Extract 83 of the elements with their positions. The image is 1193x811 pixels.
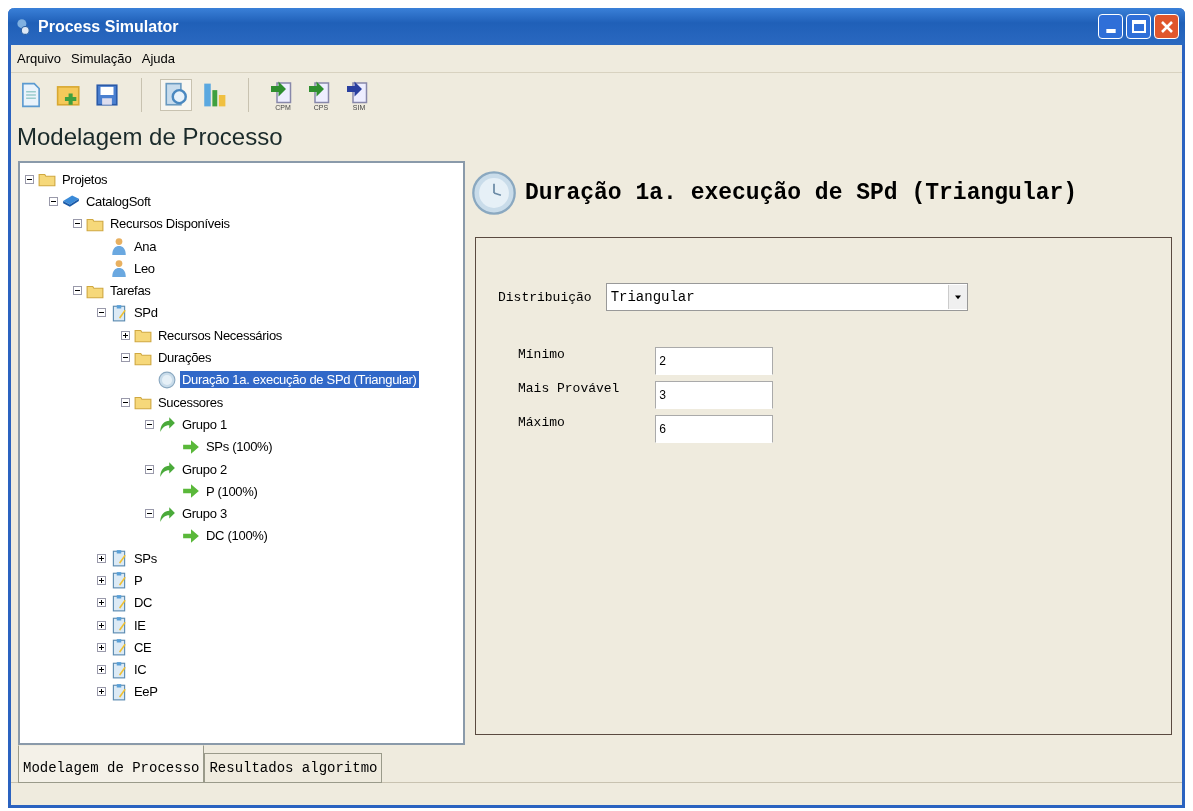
input-field[interactable]: 3 bbox=[655, 381, 773, 409]
clock-icon bbox=[158, 370, 176, 389]
minimize-button[interactable] bbox=[1098, 14, 1123, 39]
collapse-icon[interactable] bbox=[145, 464, 154, 474]
clipboard-icon bbox=[110, 660, 128, 679]
collapse-icon[interactable] bbox=[49, 196, 58, 206]
tree-item[interactable]: DC (100%) bbox=[204, 527, 270, 545]
tree-item[interactable]: P bbox=[132, 572, 145, 589]
menu-item[interactable]: Ajuda bbox=[140, 51, 177, 66]
expand-icon[interactable] bbox=[97, 642, 106, 652]
tree-item[interactable]: Leo bbox=[132, 259, 157, 277]
collapse-icon[interactable] bbox=[73, 219, 82, 229]
expand-icon[interactable] bbox=[121, 330, 130, 340]
tree-item[interactable]: Projetos bbox=[60, 170, 110, 188]
tree-item[interactable]: Durações bbox=[156, 349, 214, 366]
field-label: Mínimo bbox=[518, 347, 566, 362]
tab[interactable]: Resultados algoritmo bbox=[204, 753, 383, 783]
collapse-icon[interactable] bbox=[145, 509, 154, 519]
menu-item[interactable]: Arquivo bbox=[16, 51, 63, 66]
expand-icon[interactable] bbox=[97, 553, 106, 563]
document-magnifier-icon bbox=[163, 82, 189, 108]
person-icon bbox=[110, 259, 128, 278]
close-icon bbox=[1160, 20, 1173, 33]
tree-item[interactable]: SPs (100%) bbox=[204, 438, 275, 456]
detail-title: Duração 1a. execução de SPd (Triangular) bbox=[525, 180, 1078, 206]
clipboard-icon bbox=[110, 549, 128, 568]
tree-item[interactable]: DC bbox=[132, 594, 155, 612]
expand-icon[interactable] bbox=[97, 576, 106, 585]
collapse-icon[interactable] bbox=[121, 353, 130, 362]
tree-item[interactable]: P (100%) bbox=[204, 482, 260, 500]
tree-item[interactable]: IE bbox=[132, 616, 148, 634]
field-label: Mais Provável bbox=[518, 381, 621, 396]
input-field[interactable]: 6 bbox=[655, 415, 773, 443]
curved-arrow-icon bbox=[158, 504, 176, 523]
window-title: Process Simulator bbox=[38, 17, 180, 36]
maximize-icon bbox=[1131, 20, 1146, 33]
tree-item[interactable]: Duração 1a. execução de SPd (Triangular) bbox=[180, 371, 419, 389]
tree-item[interactable]: Ana bbox=[132, 237, 159, 255]
menu-item[interactable]: Simulação bbox=[70, 51, 133, 66]
clipboard-icon bbox=[110, 638, 128, 657]
tree-item[interactable]: Recursos Disponíveis bbox=[108, 215, 232, 233]
gear-icon bbox=[14, 17, 32, 36]
tree-item[interactable]: CatalogSoft bbox=[84, 192, 153, 210]
tree-item[interactable]: SPd bbox=[132, 304, 160, 322]
curved-arrow-icon bbox=[158, 415, 176, 434]
distribution-dropdown[interactable]: Triangular bbox=[605, 283, 968, 311]
clipboard-icon bbox=[110, 571, 128, 590]
expand-icon[interactable] bbox=[97, 687, 106, 697]
clipboard-icon bbox=[110, 303, 128, 322]
person-icon bbox=[110, 237, 128, 256]
minimize-icon bbox=[1105, 28, 1116, 33]
maximize-button[interactable] bbox=[1126, 14, 1151, 39]
clipboard-icon bbox=[110, 593, 128, 612]
tree-item[interactable]: CE bbox=[132, 638, 154, 656]
tree-item[interactable]: Sucessores bbox=[156, 393, 225, 411]
tree-item[interactable]: Grupo 3 bbox=[180, 505, 229, 523]
collapse-icon[interactable] bbox=[121, 397, 130, 407]
tree-item[interactable]: EeP bbox=[132, 683, 160, 701]
curved-arrow-icon bbox=[158, 460, 176, 478]
field-label: Máximo bbox=[518, 415, 566, 430]
input-field[interactable]: 2 bbox=[655, 347, 773, 375]
tree-item[interactable]: Grupo 1 bbox=[180, 415, 229, 433]
collapse-icon[interactable] bbox=[25, 174, 34, 184]
collapse-icon[interactable] bbox=[73, 286, 82, 296]
tree-item[interactable]: SPs bbox=[132, 549, 159, 567]
expand-icon[interactable] bbox=[97, 620, 106, 630]
tree-item[interactable]: Tarefas bbox=[108, 282, 153, 300]
tab[interactable]: Modelagem de Processo bbox=[18, 745, 205, 783]
clipboard-icon bbox=[110, 616, 128, 635]
collapse-icon[interactable] bbox=[97, 308, 106, 318]
expand-icon[interactable] bbox=[97, 598, 106, 608]
expand-icon[interactable] bbox=[97, 665, 106, 675]
clock-icon bbox=[471, 170, 517, 216]
close-button[interactable] bbox=[1154, 14, 1179, 39]
tree-item[interactable]: IC bbox=[132, 661, 149, 679]
field-label: Distribuição bbox=[498, 289, 592, 305]
tree-item[interactable]: Recursos Necessários bbox=[156, 326, 285, 344]
collapse-icon[interactable] bbox=[145, 419, 154, 429]
bar-chart-icon bbox=[201, 82, 227, 108]
tree-item[interactable]: Grupo 2 bbox=[180, 460, 229, 478]
page-title: Modelagem de Processo bbox=[16, 122, 284, 152]
clipboard-icon bbox=[110, 682, 128, 701]
inspect-button[interactable] bbox=[160, 79, 192, 111]
